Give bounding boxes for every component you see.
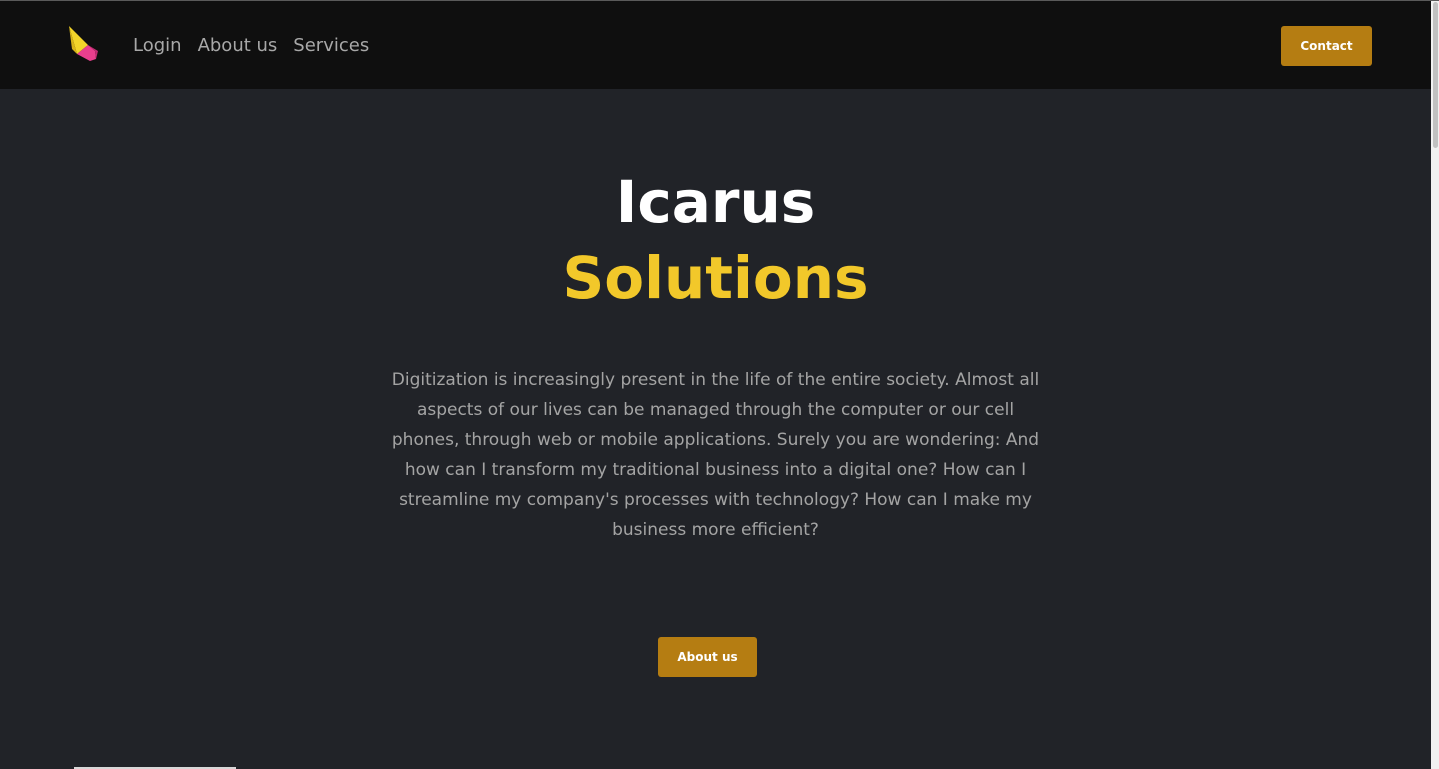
hero-title-line2: Solutions (562, 244, 869, 312)
nav-links: Login About us Services (133, 34, 369, 58)
navbar: Login About us Services Contact (0, 1, 1431, 89)
scrollbar-thumb[interactable] (1433, 2, 1438, 148)
hero-description: Digitization is increasingly present in … (391, 370, 1040, 540)
contact-button[interactable]: Contact (1281, 26, 1372, 66)
about-us-button[interactable]: About us (658, 637, 757, 677)
nav-about-us-link[interactable]: About us (198, 34, 278, 58)
paper-plane-logo-icon[interactable] (66, 23, 100, 65)
nav-services-link[interactable]: Services (293, 34, 369, 58)
hero-title-line1: Icarus (615, 168, 816, 236)
nav-login-link[interactable]: Login (133, 34, 182, 58)
hero-section: Icarus Solutions Digitization is increas… (0, 89, 1431, 769)
